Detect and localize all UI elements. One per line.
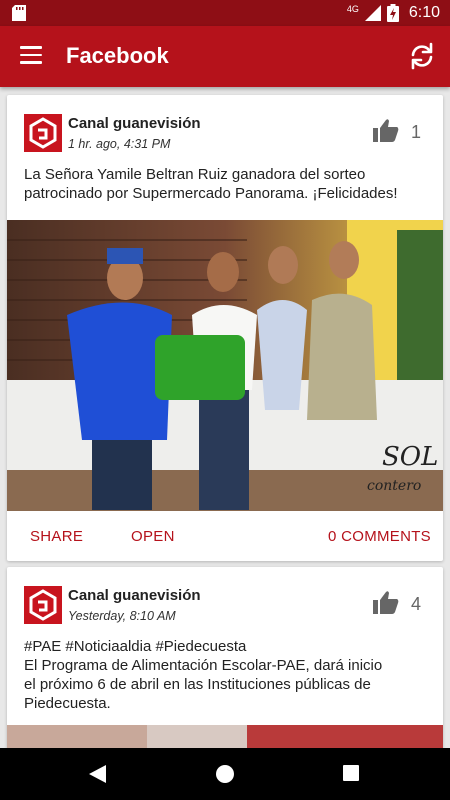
post-text: #PAE #Noticiaaldia #Piedecuesta El Progr… [24,637,429,713]
battery-icon [386,4,399,22]
post-photo-image: SOL contero [7,220,443,511]
comments-button[interactable]: 0 COMMENTS [328,528,431,545]
svg-text:contero: contero [367,478,421,494]
post-photo[interactable] [7,725,443,748]
post-text-line: El Programa de Alimentación Escolar-PAE,… [24,657,383,674]
refresh-icon[interactable] [408,42,436,70]
like-count: 4 [411,594,422,614]
share-button[interactable]: SHARE [30,528,83,545]
thumbs-up-icon[interactable] [373,118,399,142]
post-author[interactable]: Canal guanevisión [68,587,201,604]
recents-icon[interactable] [343,765,359,781]
post-author[interactable]: Canal guanevisión [68,115,201,132]
post-photo[interactable]: SOL contero [7,220,443,511]
signal-icon [364,5,381,21]
post-time: 1 hr. ago, 4:31 PM [68,137,171,151]
app-title: Facebook [66,43,169,68]
post-card: Canal guanevisión 1 hr. ago, 4:31 PM 1 L… [7,95,443,561]
post-text-line: el próximo 6 de abril en las Institucion… [24,676,371,693]
clock: 6:10 [408,4,440,21]
network-type: 4G [346,4,359,14]
feed-list[interactable]: Canal guanevisión 1 hr. ago, 4:31 PM 1 L… [0,87,450,748]
back-icon[interactable] [89,765,106,783]
like-count: 1 [411,122,422,142]
status-bar: 4G 6:10 [0,0,450,26]
post-photo-image [7,725,443,748]
sd-card-icon [12,5,26,21]
post-text-line: #PAE #Noticiaaldia #Piedecuesta [24,638,247,655]
post-actions: SHARE OPEN 0 COMMENTS [7,511,443,561]
watermark-logo: SOL [382,442,438,472]
system-nav-bar [0,748,450,800]
home-icon[interactable] [216,765,234,783]
open-button[interactable]: OPEN [131,528,175,545]
menu-icon[interactable] [20,46,42,64]
app-bar: Facebook [0,26,450,87]
post-time: Yesterday, 8:10 AM [68,609,176,623]
post-text-line: Piedecuesta. [24,695,111,712]
post-card: Canal guanevisión Yesterday, 8:10 AM 4 #… [7,567,443,748]
channel-logo [24,114,62,152]
channel-logo [24,586,62,624]
post-text: La Señora Yamile Beltran Ruiz ganadora d… [24,166,398,202]
thumbs-up-icon[interactable] [373,590,399,614]
